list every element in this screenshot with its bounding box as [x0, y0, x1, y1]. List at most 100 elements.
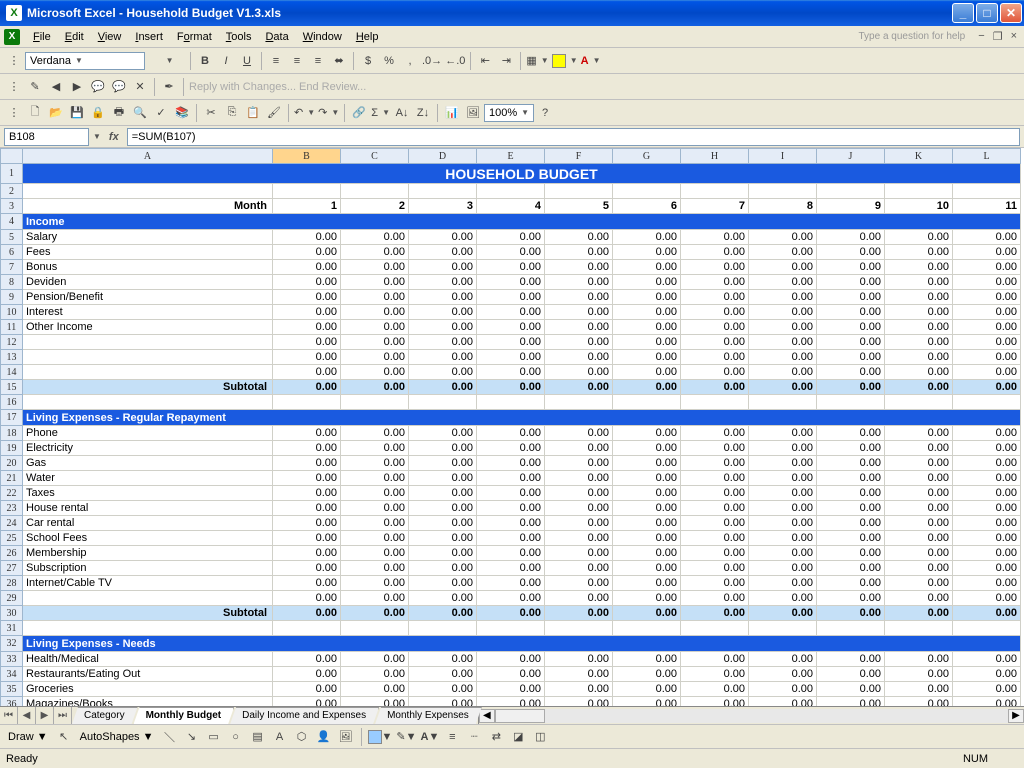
col-header[interactable]: L — [953, 149, 1021, 164]
shadow-button[interactable]: ◪ — [508, 727, 528, 747]
cell[interactable]: School Fees — [23, 531, 273, 546]
cell[interactable]: 0.00 — [341, 652, 409, 667]
cell[interactable]: 0.00 — [545, 380, 613, 395]
cell[interactable]: 0.00 — [545, 350, 613, 365]
col-header[interactable]: I — [749, 149, 817, 164]
col-header[interactable]: 29 — [1, 591, 23, 606]
menu-help[interactable]: Help — [349, 29, 386, 45]
decrease-decimal-button[interactable]: ←.0 — [444, 51, 466, 71]
cell[interactable]: 0.00 — [545, 546, 613, 561]
col-header[interactable]: 31 — [1, 621, 23, 636]
cell[interactable]: 0.00 — [273, 561, 341, 576]
cell[interactable]: 0.00 — [477, 441, 545, 456]
cell[interactable]: 0.00 — [341, 697, 409, 707]
cell[interactable]: 0.00 — [749, 652, 817, 667]
cell[interactable]: 0.00 — [953, 260, 1021, 275]
cell[interactable]: 0.00 — [953, 606, 1021, 621]
cell[interactable]: 0.00 — [409, 441, 477, 456]
menu-view[interactable]: View — [91, 29, 129, 45]
cell[interactable]: 0.00 — [545, 516, 613, 531]
cell[interactable] — [749, 184, 817, 199]
cell[interactable]: 0.00 — [817, 275, 885, 290]
fill-color-draw-button[interactable]: ▼ — [367, 727, 394, 747]
col-header[interactable]: 27 — [1, 561, 23, 576]
cell[interactable]: Membership — [23, 546, 273, 561]
cell[interactable] — [273, 395, 341, 410]
cell[interactable]: 0.00 — [477, 486, 545, 501]
cell[interactable]: 0.00 — [273, 426, 341, 441]
col-header[interactable]: 20 — [1, 456, 23, 471]
cell[interactable]: 2 — [341, 199, 409, 214]
cell[interactable]: 0.00 — [817, 531, 885, 546]
cell[interactable]: 0.00 — [613, 591, 681, 606]
select-objects-button[interactable]: ↖ — [54, 727, 74, 747]
cell[interactable]: 0.00 — [613, 305, 681, 320]
cell[interactable]: 0.00 — [409, 320, 477, 335]
col-header[interactable]: 30 — [1, 606, 23, 621]
col-header[interactable]: B — [273, 149, 341, 164]
cell[interactable]: 9 — [817, 199, 885, 214]
cell[interactable]: 0.00 — [341, 350, 409, 365]
cell[interactable]: 0.00 — [613, 516, 681, 531]
cell[interactable]: 0.00 — [749, 245, 817, 260]
cell[interactable]: 0.00 — [681, 260, 749, 275]
col-header[interactable]: 6 — [1, 245, 23, 260]
cell[interactable]: 0.00 — [545, 320, 613, 335]
cell[interactable]: 0.00 — [953, 682, 1021, 697]
cell[interactable]: 0.00 — [477, 697, 545, 707]
cell[interactable]: 0.00 — [953, 486, 1021, 501]
cell[interactable]: 0.00 — [341, 380, 409, 395]
cell[interactable]: 0.00 — [477, 335, 545, 350]
cell[interactable]: 0.00 — [545, 245, 613, 260]
align-center-button[interactable]: ≡ — [287, 51, 307, 71]
cell[interactable]: 0.00 — [409, 546, 477, 561]
cell[interactable]: 0.00 — [817, 652, 885, 667]
cell[interactable]: 0.00 — [409, 531, 477, 546]
col-header[interactable]: K — [885, 149, 953, 164]
cell[interactable]: 0.00 — [409, 486, 477, 501]
cell[interactable]: 0.00 — [885, 697, 953, 707]
cell[interactable]: 0.00 — [273, 335, 341, 350]
cell[interactable]: 0.00 — [545, 576, 613, 591]
cell[interactable]: 0.00 — [749, 350, 817, 365]
cell[interactable]: 0.00 — [817, 697, 885, 707]
cell[interactable]: Fees — [23, 245, 273, 260]
col-header[interactable]: G — [613, 149, 681, 164]
col-header[interactable]: 28 — [1, 576, 23, 591]
cell[interactable]: 0.00 — [885, 290, 953, 305]
cell[interactable]: 0.00 — [613, 652, 681, 667]
copy-button[interactable]: ⎘ — [222, 103, 242, 123]
cell[interactable]: 0.00 — [953, 697, 1021, 707]
open-button[interactable]: 📂 — [46, 103, 66, 123]
scroll-thumb[interactable] — [495, 709, 545, 723]
cell[interactable]: Salary — [23, 230, 273, 245]
cell[interactable]: 0.00 — [545, 486, 613, 501]
cell[interactable]: 0.00 — [409, 260, 477, 275]
col-header[interactable]: E — [477, 149, 545, 164]
borders-button[interactable]: ▦▼ — [525, 51, 549, 71]
drawing-button[interactable]: 🖼 — [463, 103, 483, 123]
cell[interactable]: 0.00 — [953, 531, 1021, 546]
cell[interactable] — [341, 184, 409, 199]
cell[interactable] — [477, 395, 545, 410]
cell[interactable]: 0.00 — [953, 561, 1021, 576]
toolbar-handle-icon[interactable]: ⋮ — [4, 51, 24, 71]
toolbar-handle-icon[interactable]: ⋮ — [4, 103, 24, 123]
col-header[interactable]: 16 — [1, 395, 23, 410]
cell[interactable] — [817, 395, 885, 410]
cell[interactable]: 0.00 — [477, 305, 545, 320]
new-comment-button[interactable]: ✎ — [25, 77, 45, 97]
cell[interactable]: 0.00 — [409, 591, 477, 606]
cell[interactable]: 0.00 — [885, 606, 953, 621]
cell[interactable] — [23, 184, 273, 199]
cell[interactable]: 0.00 — [273, 501, 341, 516]
col-header[interactable]: 7 — [1, 260, 23, 275]
reply-changes-button[interactable]: Reply with Changes... — [188, 77, 297, 97]
col-header[interactable]: 17 — [1, 410, 23, 426]
cell[interactable]: 0.00 — [341, 682, 409, 697]
cell[interactable]: 0.00 — [953, 275, 1021, 290]
cell[interactable]: 0.00 — [613, 320, 681, 335]
decrease-indent-button[interactable]: ⇤ — [475, 51, 495, 71]
cell[interactable]: 0.00 — [885, 245, 953, 260]
cell[interactable]: 5 — [545, 199, 613, 214]
